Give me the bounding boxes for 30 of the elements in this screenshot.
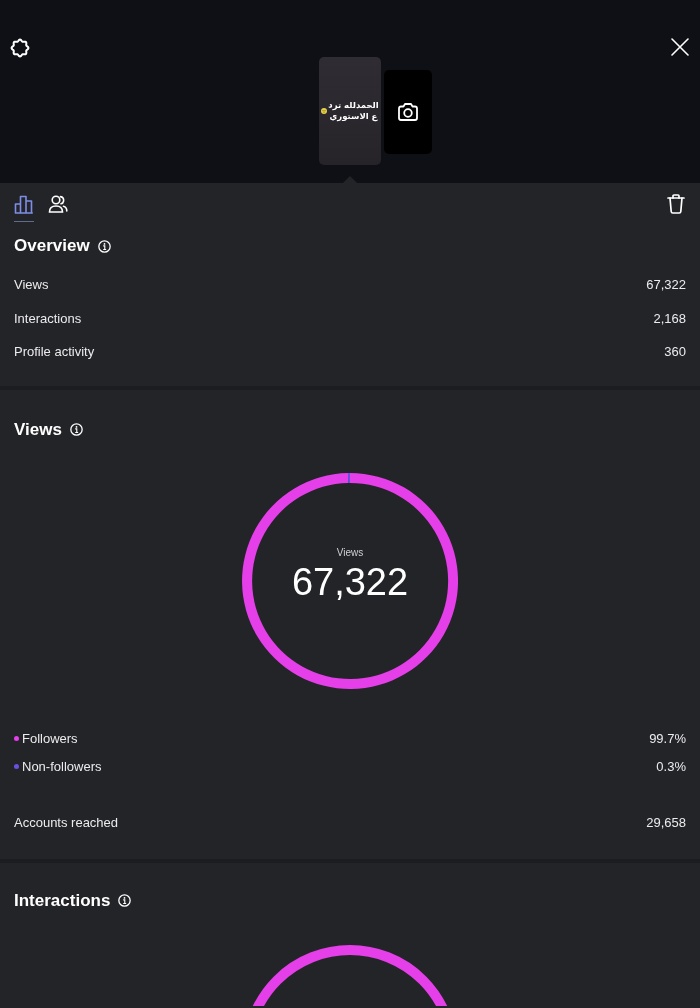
trash-icon[interactable]	[667, 194, 685, 214]
metric-label: Accounts reached	[14, 815, 119, 830]
story-caption: الحمدلله ترد ع الاستوري	[328, 100, 379, 122]
views-total: 67,322	[291, 561, 409, 602]
metric-label: Profile activity	[14, 344, 95, 360]
people-icon	[48, 194, 68, 214]
close-icon[interactable]	[671, 38, 689, 56]
section-heading: Overview	[14, 236, 90, 256]
chart-title: Views	[336, 545, 364, 559]
section-heading: Interactions	[14, 890, 111, 911]
legend-value: 0.3%	[656, 759, 686, 774]
metric-value: 29,658	[646, 815, 686, 830]
section-heading: Views	[14, 419, 62, 440]
metric-label: Views	[14, 277, 49, 293]
camera-tile[interactable]	[384, 70, 432, 154]
legend-label: Followers	[22, 731, 78, 746]
gear-icon[interactable]	[10, 38, 30, 58]
smiley-icon	[321, 108, 327, 114]
camera-icon	[397, 102, 419, 122]
legend-label: Non-followers	[22, 759, 102, 774]
info-icon[interactable]	[69, 423, 83, 436]
info-icon[interactable]	[118, 894, 132, 907]
legend-value: 99.7%	[649, 731, 686, 746]
bar-chart-icon	[14, 194, 34, 214]
metric-label: Interactions	[14, 310, 82, 326]
metric-value: 67,322	[646, 277, 686, 293]
metric-value: 2,168	[653, 310, 686, 326]
story-thumbnail[interactable]: الحمدلله ترد ع الاستوري	[319, 57, 381, 165]
metric-value: 360	[664, 344, 686, 360]
info-icon[interactable]	[97, 239, 111, 253]
